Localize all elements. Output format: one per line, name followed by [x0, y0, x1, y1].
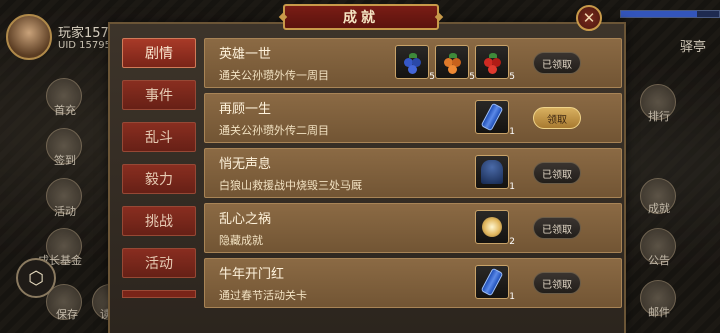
blue-fruit-icon[interactable]: 5 [395, 45, 435, 82]
tab-challenge[interactable]: 挑战 [122, 206, 196, 236]
blue-scroll-icon[interactable]: 1 [475, 265, 515, 302]
orange-fruit-icon[interactable]: 5 [435, 45, 475, 82]
achievement-desc: 通过春节活动关卡 [219, 289, 307, 302]
achievement-desc: 通关公孙瓒外传二周目 [219, 124, 329, 137]
achievement-row: 乱心之祸 隐藏成就 2 已领取 [204, 203, 622, 253]
claimed-button[interactable]: 已领取 [533, 217, 581, 239]
achievement-desc: 白狼山救援战中烧毁三处马厩 [219, 179, 362, 192]
achievement-row: 英雄一世 通关公孙瓒外传一周目 5 5 5 已领取 [204, 38, 622, 88]
player-uid: UID 15795 [58, 40, 111, 51]
tab-story[interactable]: 剧情 [122, 38, 196, 68]
events-label: 活动 [54, 205, 76, 218]
golden-card-icon[interactable]: 2 [475, 210, 515, 247]
menu-toggle-icon[interactable]: ⬡ [16, 258, 56, 298]
achievement-title: 悄无声息 [219, 157, 272, 172]
achievement-title: 牛年开门红 [219, 267, 285, 282]
red-fruit-icon[interactable]: 5 [475, 45, 515, 82]
achievement-title: 英雄一世 [219, 47, 272, 62]
tab-event[interactable]: 事件 [122, 80, 196, 110]
save-label: 保存 [56, 308, 78, 321]
tab-overflow [122, 290, 196, 298]
claim-button[interactable]: 领取 [533, 107, 581, 129]
reward-count: 1 [509, 127, 515, 137]
mail-label: 邮件 [648, 306, 670, 319]
achievement-row: 悄无声息 白狼山救援战中烧毁三处马厩 1 已领取 [204, 148, 622, 198]
panel-title: 成就 [283, 4, 439, 30]
reward-count: 2 [509, 237, 515, 247]
first-recharge-label: 首充 [54, 104, 76, 117]
achievement-label: 成就 [648, 202, 670, 215]
tab-perseverance[interactable]: 毅力 [122, 164, 196, 194]
achievement-row: 再顾一生 通关公孙瓒外传二周目 1 领取 [204, 93, 622, 143]
reward-count: 5 [509, 72, 515, 82]
player-avatar[interactable] [6, 14, 52, 60]
category-tabs: 剧情 事件 乱斗 毅力 挑战 活动 [122, 38, 198, 298]
station-label[interactable]: 驿亭 [680, 36, 706, 55]
reward-count: 1 [509, 182, 515, 192]
achievement-title: 乱心之祸 [219, 212, 272, 227]
general-portrait-icon[interactable]: 1 [475, 155, 515, 192]
blue-scroll-icon[interactable]: 1 [475, 100, 515, 137]
claimed-button[interactable]: 已领取 [533, 272, 581, 294]
tab-brawl[interactable]: 乱斗 [122, 122, 196, 152]
close-icon[interactable]: ✕ [576, 5, 602, 31]
achievement-desc: 通关公孙瓒外传一周目 [219, 69, 329, 82]
achievement-list: 英雄一世 通关公孙瓒外传一周目 5 5 5 已领取 再顾一生 通关公孙瓒外传二周… [204, 38, 622, 313]
top-right-bar [620, 10, 720, 18]
claimed-button[interactable]: 已领取 [533, 52, 581, 74]
reward-count: 1 [509, 292, 515, 302]
ranking-label: 排行 [648, 110, 670, 123]
achievement-title: 再顾一生 [219, 102, 272, 117]
achievement-row: 牛年开门红 通过春节活动关卡 1 已领取 [204, 258, 622, 308]
notice-label: 公告 [648, 254, 670, 267]
tab-activity[interactable]: 活动 [122, 248, 196, 278]
sign-in-label: 签到 [54, 154, 76, 167]
claimed-button[interactable]: 已领取 [533, 162, 581, 184]
achievement-desc: 隐藏成就 [219, 234, 263, 247]
